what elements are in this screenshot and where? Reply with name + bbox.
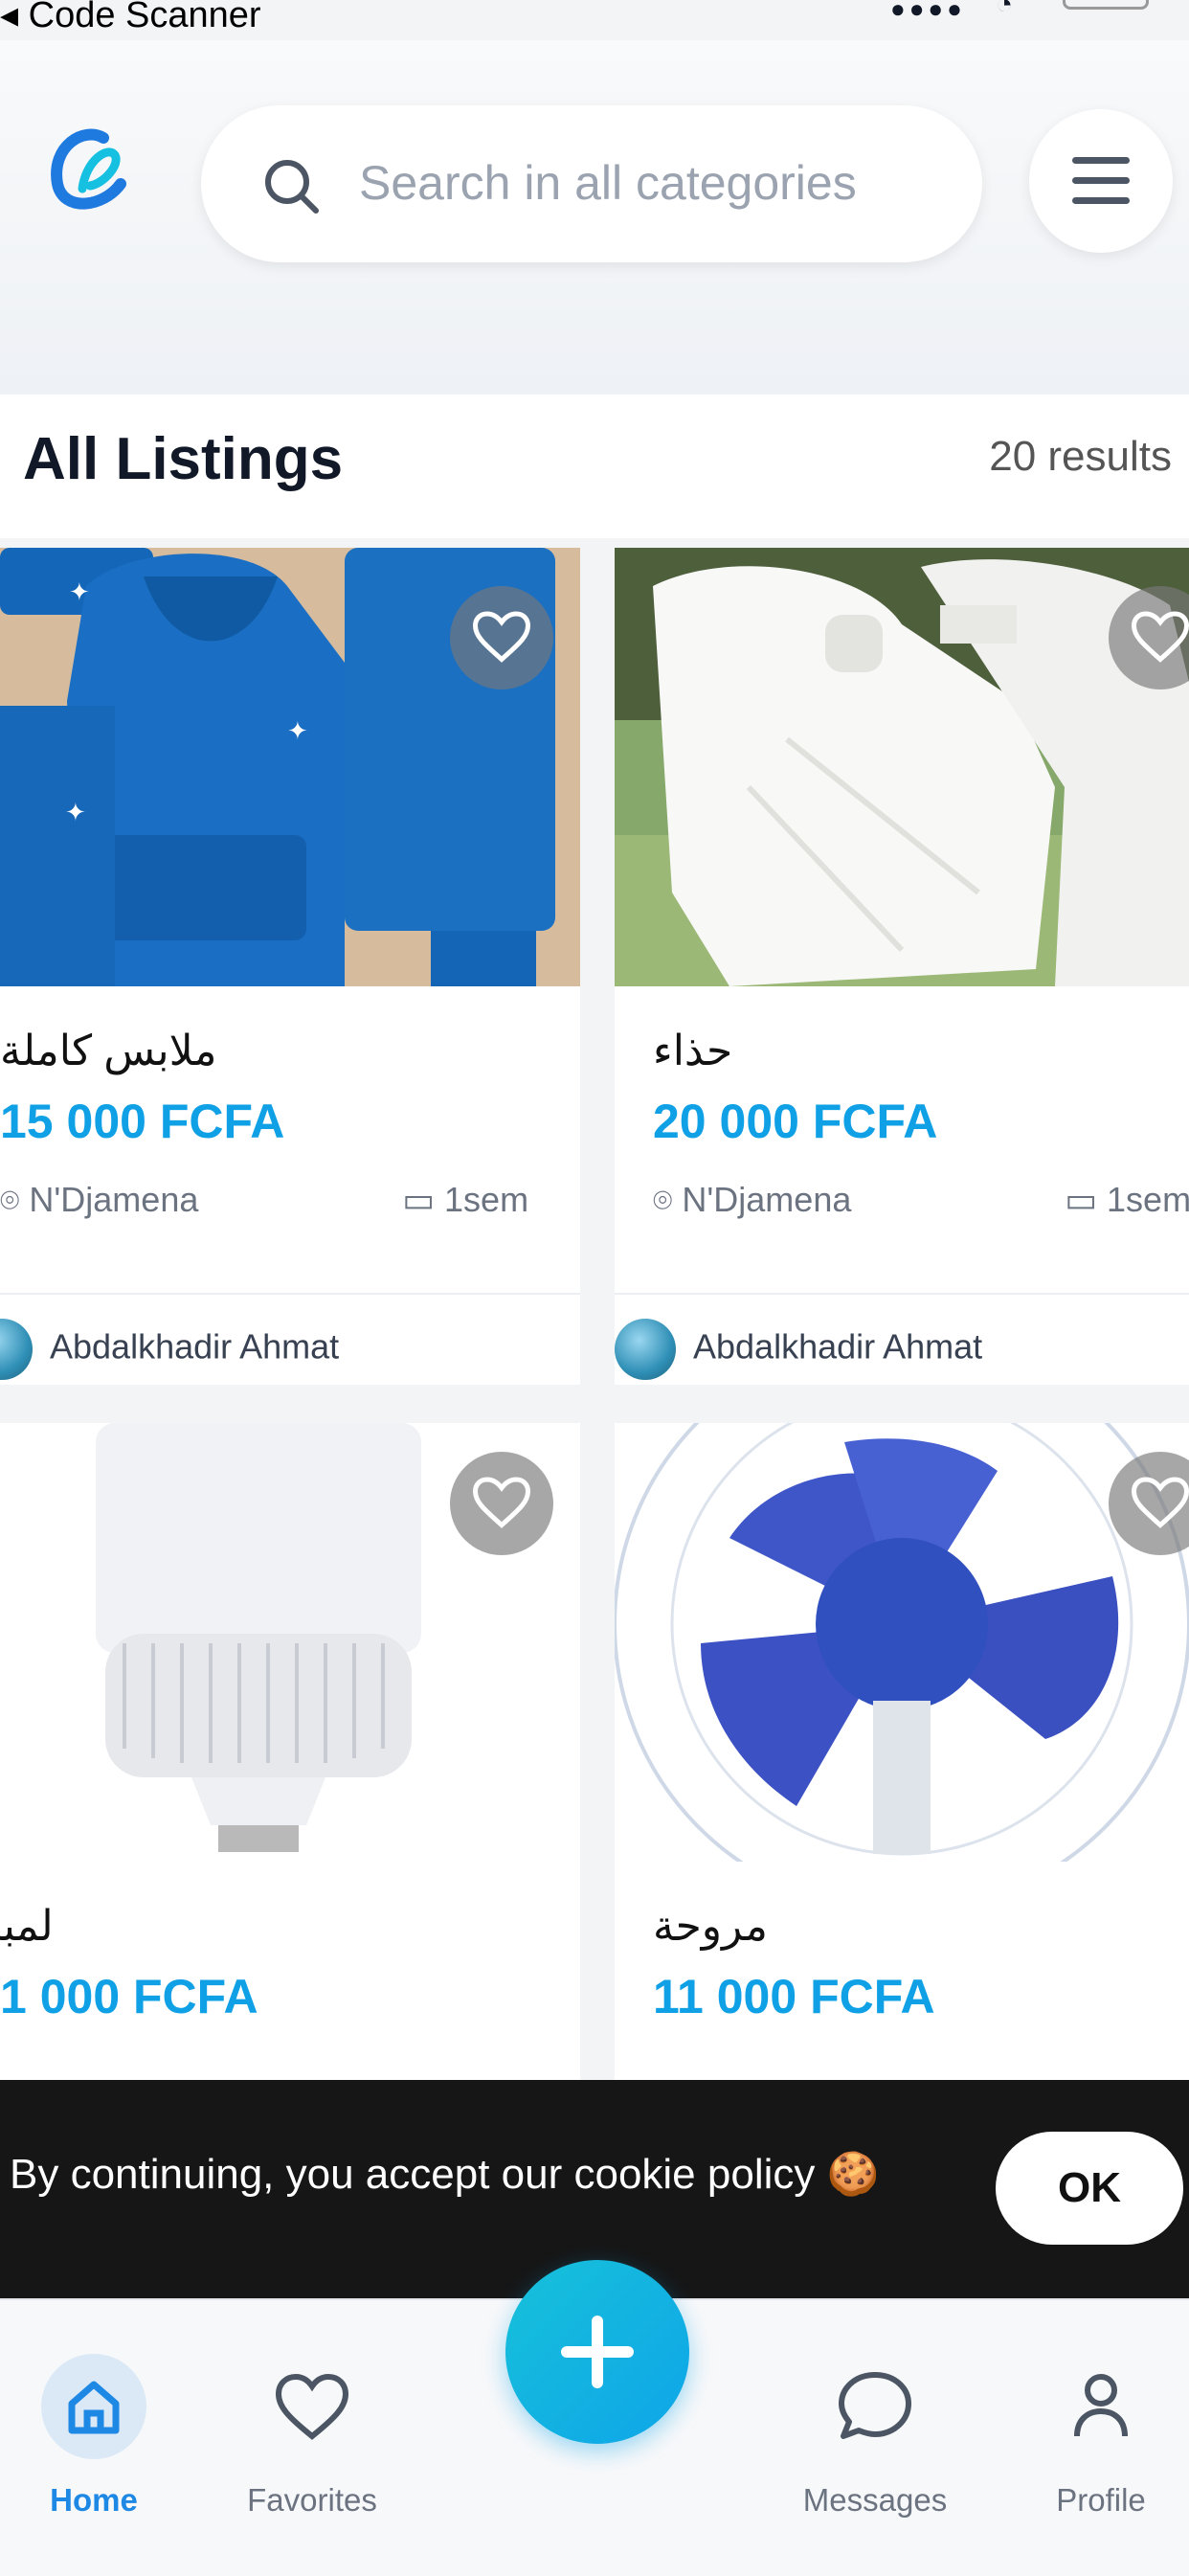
listing-card[interactable]: مروحة 11 000 FCFA — [615, 1423, 1189, 2093]
date-text: 1sem — [444, 1180, 529, 1219]
search-icon — [265, 160, 319, 214]
listing-title: حذاء — [653, 1028, 733, 1074]
listing-location: ⌾ N'Djamena — [0, 1180, 198, 1220]
battery-icon — [1063, 0, 1149, 10]
app-logo[interactable] — [36, 117, 142, 222]
listing-price: 20 000 FCFA — [653, 1095, 938, 1148]
signal-icon: ●●●● — [890, 0, 966, 23]
listing-location: ⌾ N'Djamena — [653, 1180, 851, 1220]
listing-price: 15 000 FCFA — [0, 1095, 285, 1148]
menu-button[interactable] — [1029, 109, 1173, 253]
nav-favorites-label: Favorites — [247, 2482, 377, 2518]
chat-bubble-icon — [822, 2354, 928, 2459]
svg-text:✦: ✦ — [69, 577, 90, 606]
nav-home[interactable]: Home — [0, 2354, 199, 2519]
avatar — [615, 1319, 676, 1380]
seller-info[interactable]: Abdalkhadir Ahmat — [0, 1319, 339, 1380]
svg-text:✦: ✦ — [287, 716, 308, 745]
listing-price: 1 000 FCFA — [0, 1970, 258, 2023]
nav-messages-label: Messages — [802, 2482, 948, 2518]
wifi-icon: ◔ — [996, 0, 1014, 20]
app-header: Search in all categories — [0, 40, 1189, 395]
listing-title: ملابس كاملة — [0, 1028, 217, 1074]
add-listing-button[interactable] — [505, 2260, 689, 2444]
cookie-message: By continuing, you accept our cookie pol… — [10, 2151, 880, 2198]
calendar-icon: ▭ — [402, 1180, 436, 1219]
date-text: 1sem — [1107, 1180, 1189, 1219]
listing-card[interactable]: حذاء 20 000 FCFA ⌾ N'Djamena ▭ 1sem Abda… — [615, 548, 1189, 1385]
calendar-icon: ▭ — [1065, 1180, 1098, 1219]
divider — [0, 1293, 580, 1295]
favorite-button[interactable] — [450, 586, 553, 689]
divider — [615, 1293, 1189, 1295]
listing-card[interactable]: لمبة 1 000 FCFA — [0, 1423, 580, 2093]
favorite-button[interactable] — [450, 1452, 553, 1555]
hamburger-icon — [1072, 157, 1130, 164]
nav-profile-label: Profile — [1056, 2482, 1146, 2518]
listing-date: ▭ 1sem — [402, 1180, 528, 1220]
listing-title: مروحة — [653, 1903, 768, 1950]
heart-icon — [473, 611, 530, 663]
status-bar: ◂ Code Scanner ●●●● ◔ — [0, 0, 1189, 40]
seller-name: Abdalkhadir Ahmat — [50, 1326, 340, 1367]
heart-icon — [259, 2354, 365, 2459]
nav-home-label: Home — [50, 2482, 138, 2518]
listing-title: لمبة — [0, 1903, 54, 1950]
listing-image[interactable] — [615, 1423, 1189, 1862]
location-text: N'Djamena — [682, 1180, 852, 1219]
back-to-app-link[interactable]: ◂ Code Scanner — [0, 0, 261, 36]
heart-icon — [1132, 611, 1189, 663]
search-bar[interactable]: Search in all categories — [201, 105, 982, 262]
search-input[interactable]: Search in all categories — [359, 155, 857, 211]
listing-price: 11 000 FCFA — [653, 1970, 935, 2023]
location-text: N'Djamena — [29, 1180, 199, 1219]
nav-favorites[interactable]: Favorites — [207, 2354, 417, 2519]
listing-card[interactable]: ✦ ✦ ✦ ملابس كاملة 15 000 FCFA ⌾ N'Djamen… — [0, 548, 580, 1385]
user-icon — [1048, 2354, 1154, 2459]
plus-icon — [561, 2316, 634, 2388]
nav-messages[interactable]: Messages — [770, 2354, 980, 2519]
location-pin-icon: ⌾ — [653, 1183, 673, 1219]
seller-name: Abdalkhadir Ahmat — [693, 1326, 983, 1367]
listing-date: ▭ 1sem — [1065, 1180, 1189, 1220]
cookie-ok-button[interactable]: OK — [996, 2132, 1183, 2245]
listing-image[interactable] — [615, 548, 1189, 986]
heart-icon — [1132, 1477, 1189, 1528]
avatar — [0, 1319, 33, 1380]
results-count: 20 results — [989, 433, 1172, 480]
listings-header: All Listings 20 results — [0, 395, 1189, 538]
home-icon — [41, 2354, 146, 2459]
location-pin-icon: ⌾ — [0, 1183, 20, 1219]
nav-profile[interactable]: Profile — [996, 2354, 1189, 2519]
seller-info[interactable]: Abdalkhadir Ahmat — [615, 1319, 982, 1380]
heart-icon — [473, 1477, 530, 1528]
svg-text:✦: ✦ — [65, 798, 86, 826]
page-title: All Listings — [23, 426, 344, 492]
